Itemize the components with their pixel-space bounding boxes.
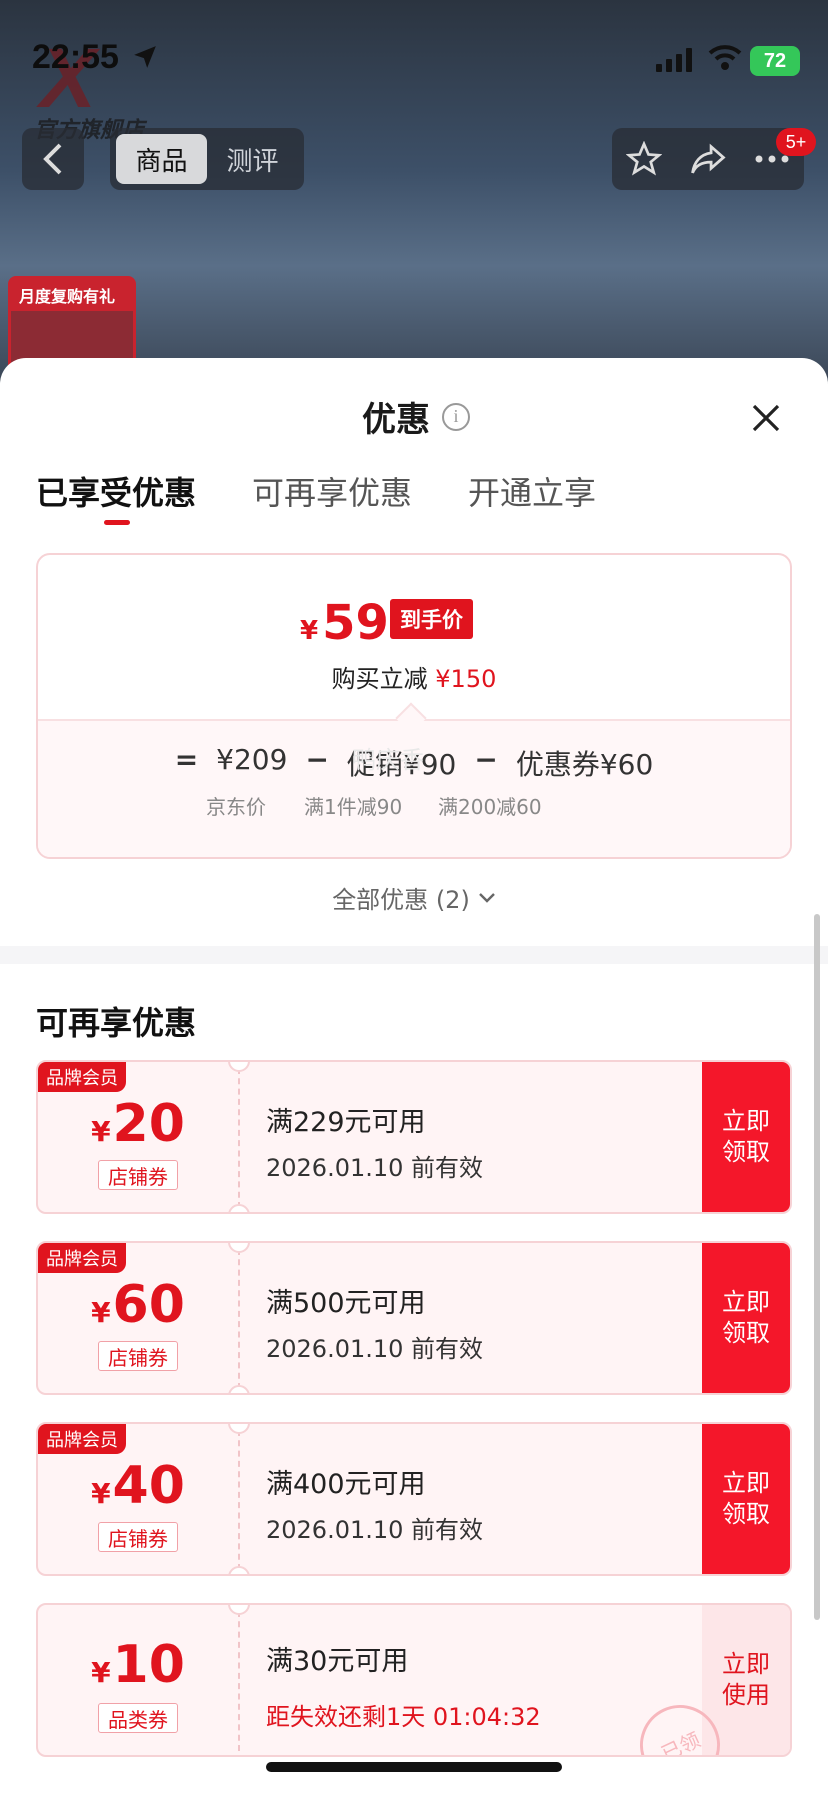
final-price-value: 59 bbox=[322, 595, 389, 651]
base-price: ¥209 bbox=[216, 743, 288, 776]
minus-sign: − bbox=[305, 743, 329, 776]
coupon-value: 10 bbox=[112, 1635, 185, 1695]
minus-sign: − bbox=[474, 743, 498, 776]
coupon-type: 店铺券 bbox=[98, 1160, 178, 1190]
coupon-card: ¥ 10 品类券 满30元可用 距失效还剩1天 01:04:32 立即 使用 已… bbox=[36, 1603, 792, 1757]
coupon-value: 60 bbox=[112, 1275, 185, 1335]
share-icon[interactable] bbox=[689, 142, 727, 176]
coupon-notch bbox=[228, 1062, 250, 1072]
currency-symbol: ¥ bbox=[91, 1296, 111, 1329]
watermark: 鸭庆香 bbox=[352, 746, 424, 774]
coupon-validity: 2026.01.10 前有效 bbox=[266, 1154, 484, 1182]
coupon-validity: 2026.01.10 前有效 bbox=[266, 1516, 484, 1544]
offers-sheet: 优惠 i 已享受优惠 可再享优惠 开通立享 ¥ 59 到手价 购买立减 ¥150… bbox=[0, 358, 828, 1793]
saved-amount: ¥150 bbox=[435, 665, 497, 693]
coupon-condition: 满400元可用 bbox=[266, 1469, 426, 1500]
final-price: ¥ 59 bbox=[300, 595, 389, 651]
coupon-card: 品牌会员 ¥ 60 店铺券 满500元可用 2026.01.10 前有效 立即 … bbox=[36, 1241, 792, 1395]
coupon-rule-label: 满200减60 bbox=[438, 795, 542, 819]
coupon-separator bbox=[238, 1430, 240, 1570]
product-tabs: 商品 测评 bbox=[110, 128, 304, 190]
member-tag: 品牌会员 bbox=[38, 1424, 126, 1454]
final-price-tag: 到手价 bbox=[390, 599, 473, 639]
member-tag: 品牌会员 bbox=[38, 1062, 126, 1092]
tab-enjoyed-offers[interactable]: 已享受优惠 bbox=[36, 468, 196, 514]
cellular-signal-icon bbox=[656, 48, 692, 72]
saved-prefix: 购买立减 bbox=[331, 665, 428, 693]
all-offers-label: 全部优惠 (2) bbox=[332, 886, 470, 914]
coupon-card: 品牌会员 ¥ 40 店铺券 满400元可用 2026.01.10 前有效 立即 … bbox=[36, 1422, 792, 1576]
coupon-card: 品牌会员 ¥ 20 店铺券 满229元可用 2026.01.10 前有效 立即 … bbox=[36, 1060, 792, 1214]
promo-tag-label: 月度复购有礼 bbox=[11, 279, 133, 311]
tab-more-offers[interactable]: 可再享优惠 bbox=[252, 468, 412, 514]
enjoyed-offer-card: ¥ 59 到手价 购买立减 ¥150 = ¥209 − 促销¥90 − 优惠券¥… bbox=[36, 553, 792, 859]
coupon-separator bbox=[238, 1249, 240, 1389]
active-tab-indicator bbox=[104, 520, 130, 525]
coupon-value: 20 bbox=[112, 1094, 185, 1154]
claim-button[interactable]: 立即 领取 bbox=[702, 1243, 790, 1393]
info-icon[interactable]: i bbox=[442, 402, 470, 431]
coupon-countdown: 距失效还剩1天 01:04:32 bbox=[266, 1703, 541, 1731]
promo-rule-label: 满1件减90 bbox=[304, 795, 403, 819]
scrollbar[interactable] bbox=[814, 914, 820, 1620]
currency-symbol: ¥ bbox=[91, 1115, 111, 1148]
offer-tabs: 已享受优惠 可再享优惠 开通立享 bbox=[36, 468, 596, 514]
chevron-down-icon bbox=[478, 892, 495, 903]
coupon-condition: 满229元可用 bbox=[266, 1107, 426, 1138]
currency-symbol: ¥ bbox=[91, 1477, 111, 1510]
top-toolbar bbox=[612, 128, 804, 190]
coupon-separator bbox=[238, 1068, 240, 1208]
tab-product[interactable]: 商品 bbox=[116, 134, 207, 184]
sheet-title: 优惠 bbox=[362, 400, 430, 440]
back-button[interactable] bbox=[22, 128, 84, 190]
coupon-discount: 优惠券¥60 bbox=[515, 748, 654, 781]
coupon-notch bbox=[228, 1566, 250, 1574]
section-divider bbox=[0, 946, 828, 964]
coupon-notch bbox=[228, 1204, 250, 1212]
tab-review[interactable]: 测评 bbox=[207, 134, 298, 184]
star-icon[interactable] bbox=[625, 141, 662, 177]
section-title: 可再享优惠 bbox=[36, 1004, 197, 1042]
coupon-type: 店铺券 bbox=[98, 1341, 178, 1371]
more-icon[interactable] bbox=[754, 154, 790, 164]
close-icon[interactable] bbox=[744, 396, 788, 440]
tab-activate-offers[interactable]: 开通立享 bbox=[468, 468, 596, 514]
message-badge: 5+ bbox=[776, 128, 816, 156]
currency-symbol: ¥ bbox=[300, 616, 319, 646]
saved-summary: 购买立减 ¥150 bbox=[38, 659, 790, 694]
coupon-condition: 满500元可用 bbox=[266, 1288, 426, 1319]
member-tag: 品牌会员 bbox=[38, 1243, 126, 1273]
coupon-notch bbox=[228, 1424, 250, 1434]
coupon-condition: 满30元可用 bbox=[266, 1646, 409, 1677]
chevron-left-icon bbox=[43, 143, 62, 175]
all-offers-toggle[interactable]: 全部优惠 (2) bbox=[0, 880, 828, 915]
coupon-amount: ¥ 10 bbox=[38, 1635, 238, 1695]
coupon-amount: ¥ 20 bbox=[38, 1094, 238, 1154]
coupon-notch bbox=[228, 1385, 250, 1393]
location-arrow-icon bbox=[134, 46, 156, 68]
coupon-validity: 2026.01.10 前有效 bbox=[266, 1335, 484, 1363]
equals-sign: = bbox=[174, 743, 199, 776]
battery-indicator: 72 bbox=[750, 46, 800, 76]
wifi-icon bbox=[708, 45, 742, 70]
currency-symbol: ¥ bbox=[91, 1656, 111, 1689]
home-indicator bbox=[266, 1762, 562, 1772]
claim-button[interactable]: 立即 领取 bbox=[702, 1062, 790, 1212]
clock: 22:55 bbox=[32, 38, 119, 76]
sheet-header: 优惠 i bbox=[362, 392, 470, 441]
base-price-label: 京东价 bbox=[206, 795, 266, 819]
coupon-notch bbox=[228, 1243, 250, 1253]
coupon-notch bbox=[228, 1605, 250, 1615]
coupon-amount: ¥ 40 bbox=[38, 1456, 238, 1516]
coupon-type: 品类券 bbox=[98, 1703, 178, 1733]
coupon-amount: ¥ 60 bbox=[38, 1275, 238, 1335]
coupon-separator bbox=[238, 1611, 240, 1751]
coupon-type: 店铺券 bbox=[98, 1522, 178, 1552]
claim-button[interactable]: 立即 领取 bbox=[702, 1424, 790, 1574]
coupon-value: 40 bbox=[112, 1456, 185, 1516]
status-bar: 22:55 72 bbox=[0, 0, 828, 100]
